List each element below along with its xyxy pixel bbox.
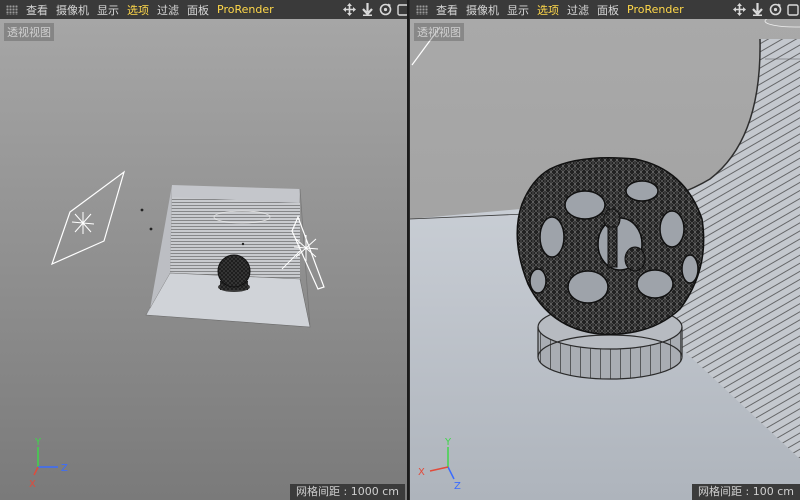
viewport-right[interactable]: 查看 摄像机 显示 选项 过滤 面板 ProRender Y Z X 透视视图 …	[410, 0, 800, 500]
axis-z-label: Z	[61, 463, 68, 474]
rotate-icon[interactable]	[768, 3, 782, 17]
viewport-canvas-left[interactable]: Y Z X	[0, 19, 409, 500]
move-icon[interactable]	[732, 3, 746, 17]
sphere-object[interactable]	[217, 254, 251, 292]
rotate-icon[interactable]	[378, 3, 392, 17]
axis-z-label: Z	[454, 481, 461, 492]
menu-filter[interactable]: 过滤	[567, 2, 597, 18]
down-arrow-icon[interactable]	[750, 3, 764, 17]
panel-grip-icon[interactable]	[6, 4, 18, 15]
menu-view[interactable]: 查看	[26, 2, 56, 18]
viewport-nav-icons	[732, 0, 800, 19]
panel-grip-icon[interactable]	[416, 4, 428, 15]
voronoi-sphere-object[interactable]	[516, 157, 705, 336]
maximize-icon[interactable]	[396, 3, 407, 17]
menu-panel[interactable]: 面板	[187, 2, 217, 18]
viewport-nav-icons	[342, 0, 407, 19]
menu-display[interactable]: 显示	[97, 2, 127, 18]
menu-panel[interactable]: 面板	[597, 2, 627, 18]
menu-prorender[interactable]: ProRender	[627, 3, 692, 16]
viewport-canvas-right[interactable]: Y Z X	[410, 19, 800, 500]
down-arrow-icon[interactable]	[360, 3, 374, 17]
axis-x-label: X	[418, 467, 425, 478]
move-icon[interactable]	[342, 3, 356, 17]
view-label[interactable]: 透视视图	[4, 23, 54, 41]
menu-filter[interactable]: 过滤	[157, 2, 187, 18]
menu-camera[interactable]: 摄像机	[466, 2, 507, 18]
axis-y-label: Y	[34, 437, 42, 448]
menu-camera[interactable]: 摄像机	[56, 2, 97, 18]
menu-view[interactable]: 查看	[436, 2, 466, 18]
grid-spacing-info: 网格间距 : 1000 cm	[290, 484, 405, 500]
maximize-icon[interactable]	[786, 3, 800, 17]
menu-display[interactable]: 显示	[507, 2, 537, 18]
viewport-left[interactable]: 查看 摄像机 显示 选项 过滤 面板 ProRender Y Z X 透视视图 …	[0, 0, 409, 500]
menu-options[interactable]: 选项	[537, 2, 567, 18]
menu-prorender[interactable]: ProRender	[217, 3, 282, 16]
menu-options[interactable]: 选项	[127, 2, 157, 18]
axis-x-label: X	[29, 479, 36, 490]
view-label[interactable]: 透视视图	[414, 23, 464, 41]
axis-y-label: Y	[444, 437, 452, 448]
grid-spacing-info: 网格间距 : 100 cm	[692, 484, 800, 500]
